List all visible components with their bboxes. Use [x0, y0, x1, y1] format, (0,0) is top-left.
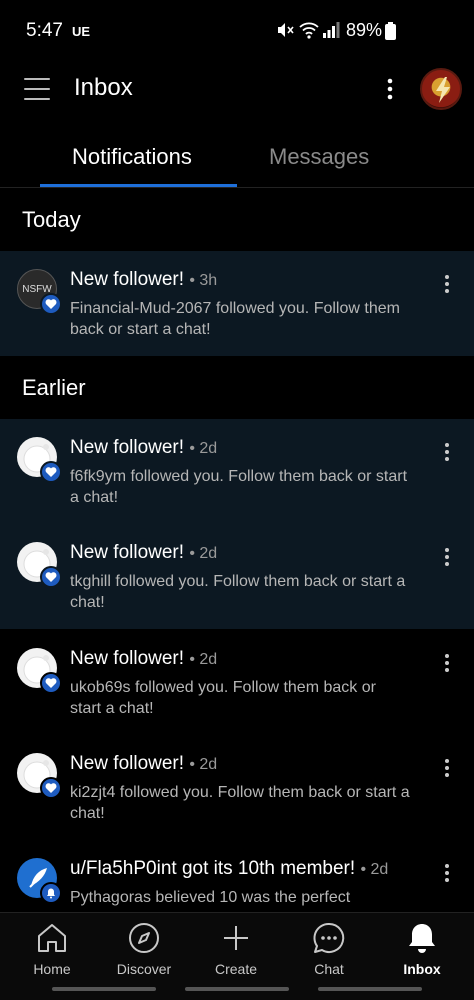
notification-more-icon[interactable]: [438, 546, 456, 568]
heart-badge-icon: [40, 672, 62, 694]
app-header: Inbox: [0, 62, 474, 118]
status-carrier: UE: [72, 24, 91, 39]
active-tab-indicator: [40, 184, 237, 187]
battery-icon: [385, 22, 396, 40]
status-bar: 5:47 UE 89%: [0, 0, 474, 60]
notification-more-icon[interactable]: [438, 441, 456, 463]
notification-item[interactable]: u/Fla5hP0int got its 10th member! • 2d P…: [0, 840, 474, 912]
notification-item[interactable]: New follower! • 2d ukob69s followed you.…: [0, 630, 474, 735]
battery-percent: 89%: [346, 20, 383, 40]
notification-body: ukob69s followed you. Follow them back o…: [70, 679, 376, 717]
notification-title-text: New follower!: [70, 437, 185, 458]
lightning-bolt-icon: [436, 77, 450, 103]
notification-title: New follower! • 2d: [70, 648, 217, 670]
heart-badge-icon: [40, 777, 62, 799]
mute-icon: [278, 23, 294, 37]
chat-icon: [313, 922, 345, 953]
section-title-earlier: Earlier: [22, 375, 86, 400]
notification-title: New follower! • 2d: [70, 542, 217, 564]
nav-chat[interactable]: Chat: [284, 921, 374, 977]
user-avatar[interactable]: [420, 68, 462, 110]
plus-icon: [224, 926, 248, 950]
notification-more-icon[interactable]: [438, 757, 456, 779]
nav-home[interactable]: Home: [7, 921, 97, 977]
notification-more-icon[interactable]: [438, 862, 456, 884]
notification-time: • 2d: [189, 651, 218, 668]
nav-chat-label: Chat: [314, 961, 344, 977]
wifi-icon: [299, 22, 319, 39]
notification-title: New follower! • 3h: [70, 269, 217, 291]
section-title-today: Today: [22, 207, 81, 232]
gesture-bar-left: [52, 987, 156, 991]
notification-body: Financial-Mud-2067 followed you. Follow …: [70, 300, 400, 338]
notification-body: ki2zjt4 followed you. Follow them back o…: [70, 784, 410, 822]
notification-item[interactable]: New follower! • 2d tkghill followed you.…: [0, 524, 474, 629]
notification-time: • 2d: [189, 440, 218, 457]
heart-badge-icon: [40, 461, 62, 483]
notification-title: u/Fla5hP0int got its 10th member! • 2d: [70, 858, 388, 880]
signal-icon: [323, 22, 340, 38]
heart-badge-icon: [40, 293, 62, 315]
heart-badge-icon: [40, 566, 62, 588]
more-options-icon[interactable]: [380, 76, 400, 102]
notification-time: • 2d: [189, 756, 218, 773]
notification-item[interactable]: NSFW New follower! • 3h Financial-Mud-20…: [0, 251, 474, 356]
notification-time: • 2d: [189, 545, 218, 562]
inbox-tabs: Notifications Messages: [0, 134, 474, 188]
page-title: Inbox: [74, 74, 133, 101]
notification-title-text: New follower!: [70, 753, 185, 774]
nav-discover[interactable]: Discover: [99, 921, 189, 977]
nav-create-label: Create: [214, 961, 258, 977]
status-time: 5:47: [26, 20, 63, 41]
nav-home-label: Home: [33, 961, 71, 977]
nav-inbox[interactable]: Inbox: [377, 921, 467, 977]
notification-title: New follower! • 2d: [70, 437, 217, 459]
notification-body: tkghill followed you. Follow them back o…: [70, 573, 406, 611]
tab-notifications[interactable]: Notifications: [72, 144, 192, 170]
home-icon: [38, 924, 66, 952]
nav-discover-label: Discover: [116, 961, 172, 977]
notification-more-icon[interactable]: [438, 273, 456, 295]
notification-time: • 2d: [360, 861, 389, 878]
bell-icon: [409, 924, 435, 953]
notification-item[interactable]: New follower! • 2d f6fk9ym followed you.…: [0, 419, 474, 524]
notification-more-icon[interactable]: [438, 652, 456, 674]
notification-body: Pythagoras believed 10 was the perfect: [70, 889, 351, 906]
notification-title-text: New follower!: [70, 269, 185, 290]
nav-inbox-label: Inbox: [403, 961, 441, 977]
gesture-bar-right: [318, 987, 422, 991]
notification-title-text: u/Fla5hP0int got its 10th member!: [70, 858, 356, 879]
compass-icon: [129, 923, 159, 953]
notification-item[interactable]: New follower! • 2d ki2zjt4 followed you.…: [0, 735, 474, 840]
gesture-bar-center: [185, 987, 289, 991]
bell-badge-icon: [40, 882, 62, 904]
nav-create[interactable]: Create: [191, 921, 281, 977]
notification-title: New follower! • 2d: [70, 753, 217, 775]
notification-title-text: New follower!: [70, 542, 185, 563]
notification-body: f6fk9ym followed you. Follow them back o…: [70, 468, 408, 506]
notification-time: • 3h: [189, 272, 218, 289]
hamburger-menu-icon[interactable]: [24, 78, 50, 100]
notification-title-text: New follower!: [70, 648, 185, 669]
tab-messages[interactable]: Messages: [269, 144, 369, 170]
